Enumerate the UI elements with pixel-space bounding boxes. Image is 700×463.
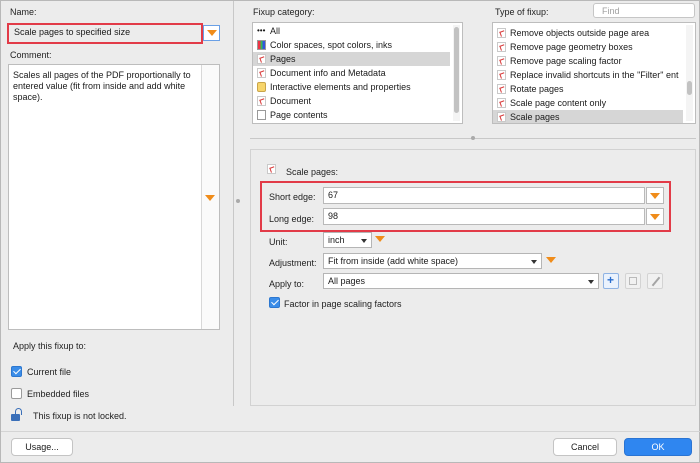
- splitter-handle[interactable]: [236, 199, 240, 203]
- category-list[interactable]: ••• All Color spaces, spot colors, inks …: [252, 22, 463, 124]
- type-item[interactable]: Remove page scaling factor: [493, 54, 683, 68]
- short-edge-input[interactable]: 67: [323, 187, 645, 204]
- orange-dropdown-icon: [650, 214, 660, 220]
- category-item-page-contents[interactable]: Page contents: [253, 108, 450, 122]
- category-label: Fixup category:: [253, 7, 315, 17]
- embedded-files-label: Embedded files: [27, 389, 90, 399]
- page-icon: [257, 110, 266, 120]
- category-item-color-spaces[interactable]: Color spaces, spot colors, inks: [253, 38, 450, 52]
- copy-icon: [629, 277, 637, 285]
- category-scroll-thumb[interactable]: [454, 27, 459, 113]
- color-swatch-icon: [257, 40, 266, 50]
- current-file-label: Current file: [27, 367, 72, 377]
- type-item[interactable]: Remove objects outside page area: [493, 26, 683, 40]
- type-label: Type of fixup:: [495, 7, 549, 17]
- embedded-files-checkbox[interactable]: [11, 388, 22, 399]
- name-highlight: [7, 23, 203, 44]
- factor-scaling-label: Factor in page scaling factors: [284, 299, 402, 309]
- current-file-checkbox[interactable]: [11, 366, 22, 377]
- params-title: Scale pages:: [286, 167, 339, 177]
- pdf-icon: [257, 96, 266, 106]
- pdf-icon: [497, 56, 506, 66]
- plus-icon: +: [607, 273, 615, 287]
- long-edge-label: Long edge:: [269, 214, 315, 224]
- ok-button[interactable]: OK: [624, 438, 692, 456]
- footer-divider: [1, 431, 700, 432]
- short-edge-label: Short edge:: [269, 192, 316, 202]
- adjustment-label: Adjustment:: [269, 258, 317, 268]
- long-edge-menu[interactable]: [646, 208, 664, 225]
- comment-label: Comment:: [10, 50, 52, 60]
- name-menu-button[interactable]: [203, 25, 220, 41]
- chevron-down-icon: [531, 260, 537, 264]
- unit-label: Unit:: [269, 237, 288, 247]
- find-input[interactable]: Find: [593, 3, 695, 18]
- adjustment-menu-icon[interactable]: [546, 257, 556, 263]
- category-scrollbar[interactable]: [453, 25, 460, 121]
- edit-page-range-button[interactable]: [647, 273, 663, 289]
- factor-scaling-checkbox[interactable]: [269, 297, 280, 308]
- panel-splitter[interactable]: [233, 1, 234, 406]
- usage-button[interactable]: Usage...: [11, 438, 73, 456]
- pencil-icon: [651, 276, 661, 287]
- type-item-scale-pages[interactable]: Scale pages: [493, 110, 683, 123]
- horizontal-splitter-handle[interactable]: [471, 136, 475, 140]
- pdf-icon: [497, 84, 506, 94]
- duplicate-page-range-button[interactable]: [625, 273, 641, 289]
- dots-icon: •••: [257, 26, 266, 35]
- category-item-interactive[interactable]: Interactive elements and properties: [253, 80, 450, 94]
- category-item-all[interactable]: ••• All: [253, 24, 450, 38]
- pdf-icon: [497, 112, 506, 122]
- type-scroll-thumb[interactable]: [687, 81, 692, 95]
- chevron-down-icon: [361, 239, 367, 243]
- long-edge-input[interactable]: 98: [323, 208, 645, 225]
- type-item[interactable]: Remove page geometry boxes: [493, 40, 683, 54]
- pdf-icon: [497, 28, 506, 38]
- unit-select[interactable]: inch: [323, 232, 372, 248]
- apply-label: Apply this fixup to:: [13, 341, 87, 351]
- type-item[interactable]: Scale page content only: [493, 96, 683, 110]
- category-item-pages[interactable]: Pages: [253, 52, 450, 66]
- category-item-document[interactable]: Document: [253, 94, 450, 108]
- pdf-icon: [267, 164, 276, 174]
- cancel-button[interactable]: Cancel: [553, 438, 617, 456]
- comment-menu-icon[interactable]: [205, 195, 215, 201]
- short-edge-menu[interactable]: [646, 187, 664, 204]
- adjustment-select[interactable]: Fit from inside (add white space): [323, 253, 542, 269]
- type-item[interactable]: Replace invalid shortcuts in the "Filter…: [493, 68, 683, 82]
- category-item-document-info[interactable]: Document info and Metadata: [253, 66, 450, 80]
- pdf-icon: [497, 98, 506, 108]
- type-item[interactable]: Rotate pages: [493, 82, 683, 96]
- lock-icon[interactable]: [11, 408, 23, 421]
- add-page-range-button[interactable]: +: [603, 273, 619, 289]
- name-label: Name:: [10, 7, 37, 17]
- pdf-icon: [497, 70, 506, 80]
- interactive-icon: [257, 82, 266, 92]
- apply-to-select[interactable]: All pages: [323, 273, 599, 289]
- comment-text: Scales all pages of the PDF proportional…: [13, 70, 191, 102]
- pdf-icon: [257, 68, 266, 78]
- comment-textarea[interactable]: Scales all pages of the PDF proportional…: [8, 64, 220, 330]
- orange-dropdown-icon: [650, 193, 660, 199]
- orange-dropdown-icon: [207, 30, 217, 36]
- unit-menu-icon[interactable]: [375, 236, 385, 242]
- apply-to-label: Apply to:: [269, 279, 305, 289]
- chevron-down-icon: [588, 280, 594, 284]
- type-list[interactable]: Remove objects outside page area Remove …: [492, 22, 696, 124]
- pdf-icon: [257, 54, 266, 64]
- pdf-icon: [497, 42, 506, 52]
- type-scrollbar[interactable]: [686, 25, 693, 121]
- lock-status: This fixup is not locked.: [33, 411, 127, 421]
